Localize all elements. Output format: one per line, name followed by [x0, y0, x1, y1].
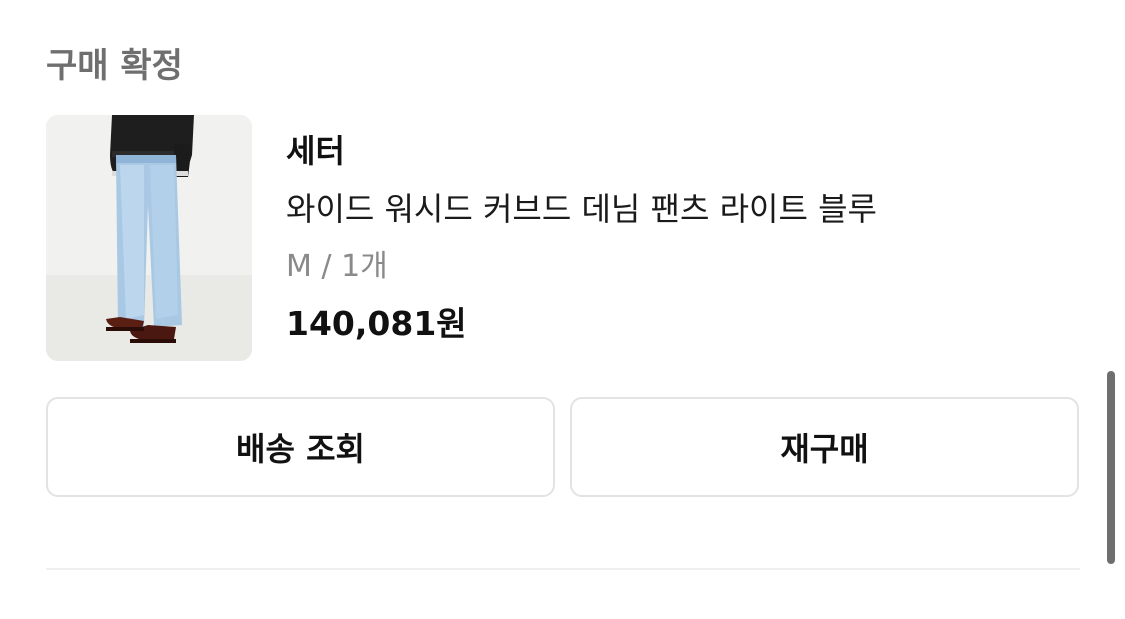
order-status-title: 구매 확정 — [46, 46, 183, 86]
product-thumbnail[interactable] — [46, 115, 252, 361]
order-item[interactable]: 세터 와이드 워시드 커브드 데님 팬츠 라이트 블루 M / 1개 140,0… — [46, 115, 1080, 361]
product-option: M / 1개 — [286, 249, 388, 284]
section-divider — [46, 568, 1080, 570]
product-brand[interactable]: 세터 — [286, 131, 345, 171]
rebuy-button[interactable]: 재구매 — [570, 397, 1079, 497]
track-delivery-button[interactable]: 배송 조회 — [46, 397, 555, 497]
product-name[interactable]: 와이드 워시드 커브드 데님 팬츠 라이트 블루 — [286, 189, 877, 229]
product-price: 140,081원 — [286, 304, 467, 343]
vertical-scrollbar[interactable] — [1107, 371, 1115, 564]
denim-pants-image-icon — [46, 115, 252, 361]
